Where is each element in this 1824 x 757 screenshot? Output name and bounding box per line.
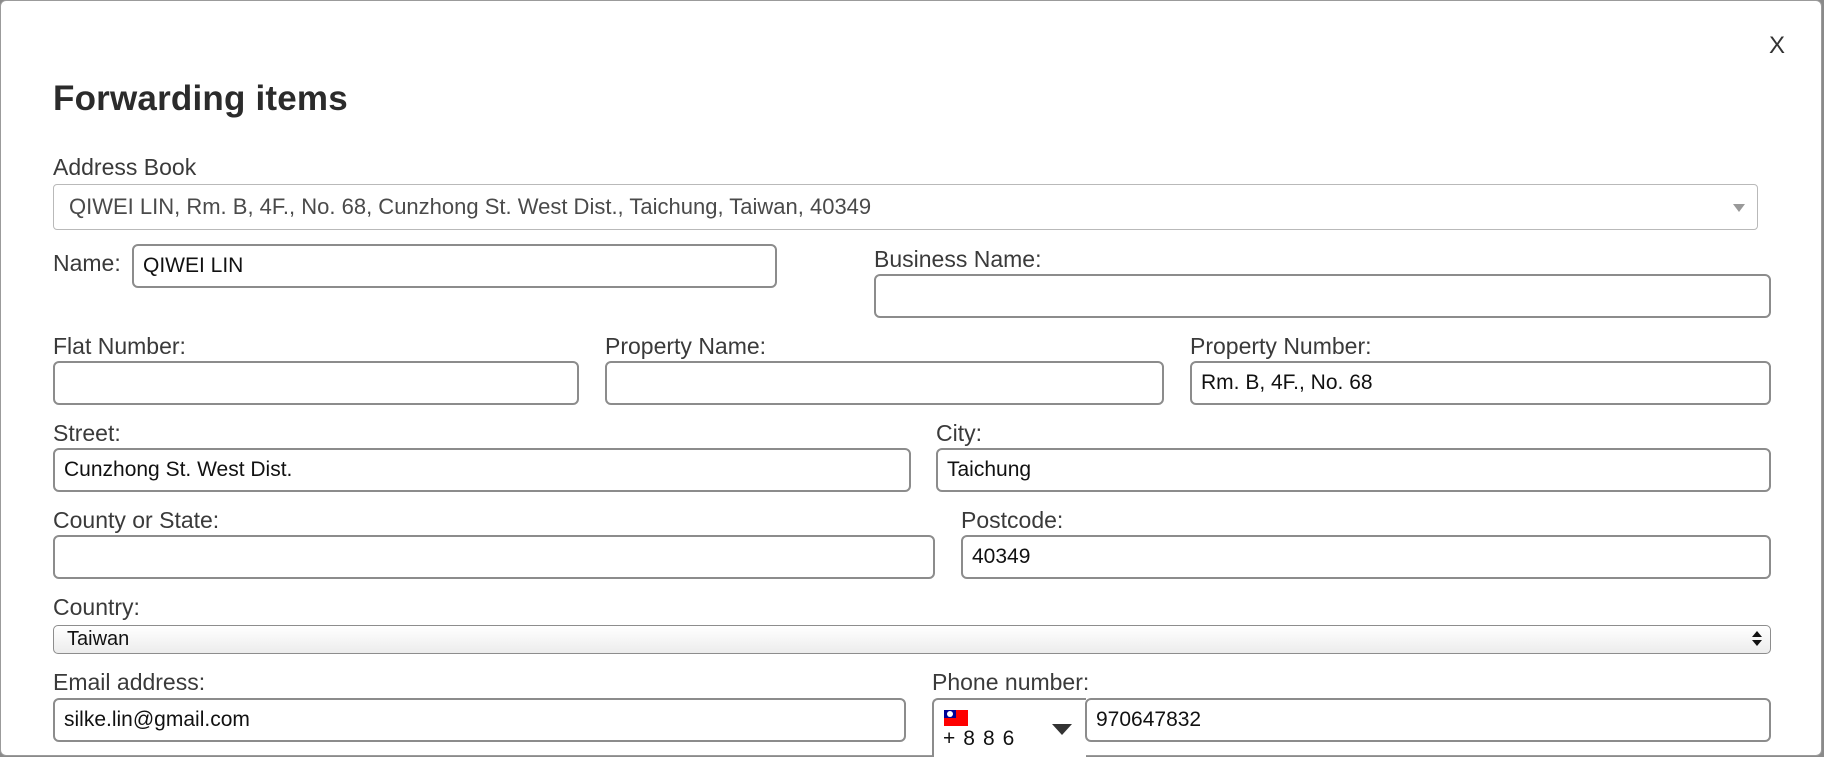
email-field[interactable]: silke.lin@gmail.com bbox=[53, 698, 906, 742]
city-field[interactable]: Taichung bbox=[936, 448, 1771, 492]
chevron-down-icon bbox=[1052, 724, 1072, 735]
name-label: Name: bbox=[53, 250, 121, 276]
country-label: Country: bbox=[53, 594, 140, 620]
flat-number-label: Flat Number: bbox=[53, 333, 186, 359]
property-name-field[interactable] bbox=[605, 361, 1164, 405]
country-selected-value: Taiwan bbox=[67, 628, 130, 650]
property-name-label: Property Name: bbox=[605, 333, 767, 359]
email-label: Email address: bbox=[53, 669, 206, 695]
postcode-label: Postcode: bbox=[961, 507, 1064, 533]
business-name-label: Business Name: bbox=[874, 246, 1042, 272]
phone-label: Phone number: bbox=[932, 669, 1090, 695]
flat-number-field[interactable] bbox=[53, 361, 579, 405]
business-name-field[interactable] bbox=[874, 274, 1771, 318]
county-state-label: County or State: bbox=[53, 507, 220, 533]
dial-code: +886 bbox=[943, 727, 1023, 750]
select-arrows-icon bbox=[1752, 629, 1762, 649]
country-select[interactable]: Taiwan bbox=[53, 625, 1771, 654]
property-number-label: Property Number: bbox=[1190, 333, 1372, 359]
address-book-label: Address Book bbox=[53, 154, 197, 180]
city-label: City: bbox=[936, 420, 982, 446]
property-number-field[interactable]: Rm. B, 4F., No. 68 bbox=[1190, 361, 1771, 405]
forwarding-modal: X Forwarding items Address Book QIWEI LI… bbox=[0, 0, 1822, 757]
street-label: Street: bbox=[53, 420, 121, 446]
address-book-selected-value: QIWEI LIN, Rm. B, 4F., No. 68, Cunzhong … bbox=[69, 194, 872, 219]
phone-field[interactable]: 970647832 bbox=[1085, 698, 1771, 742]
name-field[interactable]: QIWEI LIN bbox=[132, 244, 777, 288]
county-state-field[interactable] bbox=[53, 535, 935, 579]
country-code-dropdown[interactable]: +886 bbox=[932, 698, 1086, 757]
modal-title: Forwarding items bbox=[53, 79, 348, 118]
address-book-select[interactable]: QIWEI LIN, Rm. B, 4F., No. 68, Cunzhong … bbox=[53, 184, 1758, 230]
close-button[interactable]: X bbox=[1765, 31, 1789, 61]
postcode-field[interactable]: 40349 bbox=[961, 535, 1771, 579]
street-field[interactable]: Cunzhong St. West Dist. bbox=[53, 448, 911, 492]
chevron-down-icon bbox=[1733, 204, 1745, 212]
taiwan-flag-icon bbox=[944, 710, 968, 726]
